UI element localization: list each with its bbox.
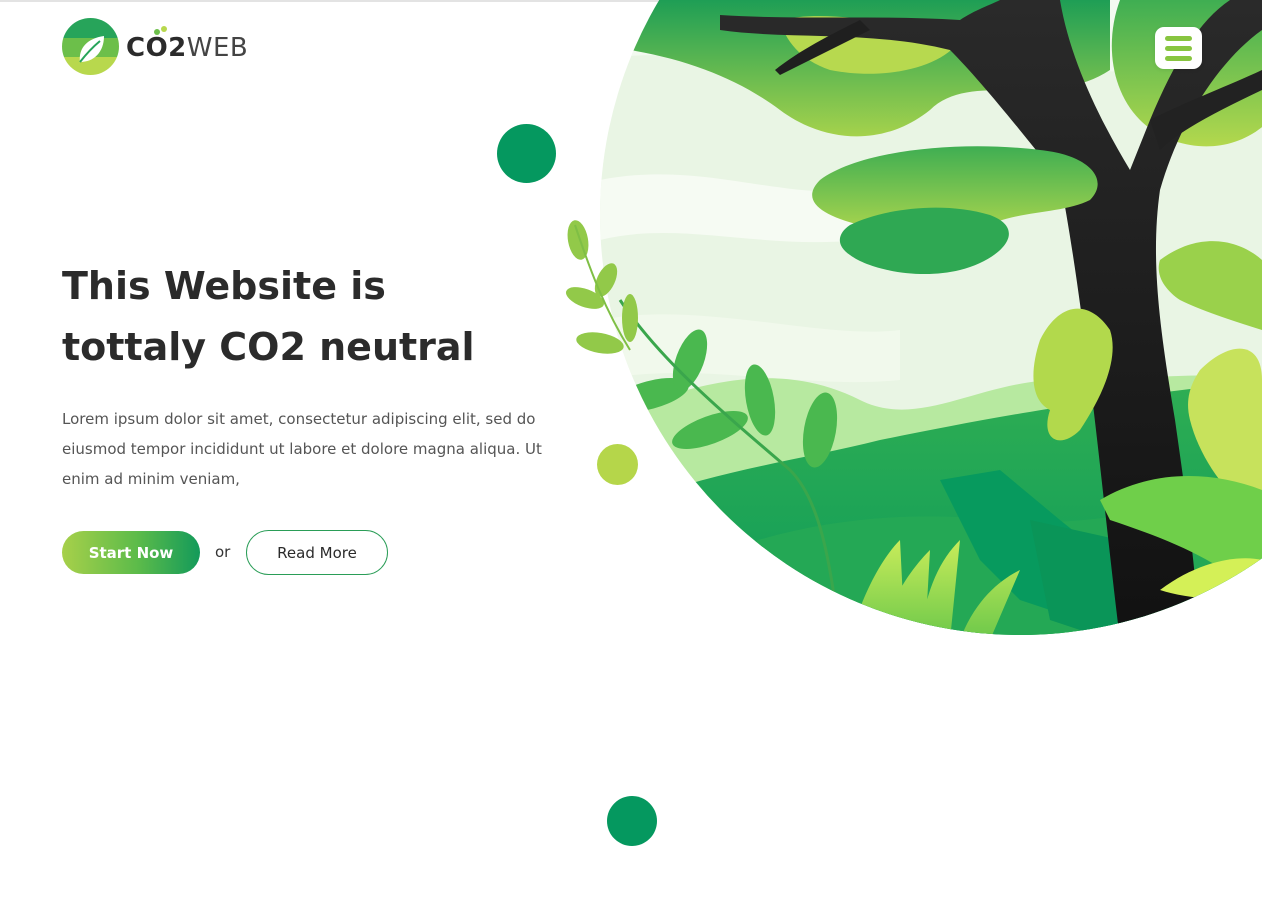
menu-bar	[1165, 55, 1192, 61]
brand-name-bold: CO2	[126, 32, 187, 63]
leaf-icon	[62, 18, 119, 75]
or-separator: or	[215, 543, 231, 561]
decorative-dot	[597, 444, 638, 485]
read-more-button[interactable]: Read More	[246, 530, 388, 575]
logo-dots-icon	[154, 25, 167, 35]
top-divider	[0, 0, 1262, 2]
decorative-dot	[607, 796, 657, 846]
brand-name-light: WEB	[186, 32, 249, 63]
decorative-dot	[497, 124, 556, 183]
hero-description: Lorem ipsum dolor sit amet, consectetur …	[62, 410, 542, 488]
brand-logo[interactable]: CO2WEB	[62, 18, 248, 75]
menu-bar	[1165, 45, 1192, 51]
hero-title: This Website is tottaly CO2 neutral	[62, 264, 475, 369]
menu-bar	[1165, 35, 1192, 41]
brand-wordmark: CO2WEB	[126, 25, 249, 63]
hamburger-menu-icon[interactable]	[1155, 27, 1202, 69]
start-now-button[interactable]: Start Now	[62, 531, 200, 574]
